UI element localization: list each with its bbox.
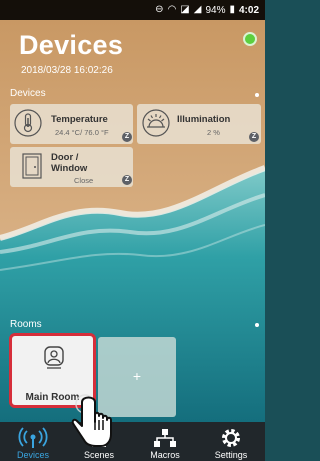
- clock: 4:02: [238, 4, 259, 16]
- nav-tab-macros[interactable]: Macros: [132, 422, 198, 461]
- devices-section-dot: [255, 93, 259, 97]
- wireless-icon: [0, 427, 66, 449]
- tap-gesture-hand-icon: [70, 390, 114, 448]
- online-status-indicator: [243, 32, 257, 46]
- door-icon: [20, 152, 44, 180]
- nav-tab-settings[interactable]: Settings: [198, 422, 264, 461]
- status-bar: ⊖ ◠ ◪ ◢ 94% ▮ 4:02: [0, 0, 265, 20]
- page-title: Devices: [19, 30, 124, 60]
- rooms-section-dot: [255, 323, 259, 327]
- device-value: 2 %: [207, 128, 220, 137]
- signal-icon: ◢: [193, 4, 202, 15]
- device-name-line2: Window: [51, 163, 88, 174]
- device-name-line1: Door /: [51, 152, 79, 163]
- zwave-badge-icon: Z: [122, 175, 132, 185]
- battery-percent: 94%: [205, 4, 226, 16]
- device-value: 24.4 °C/ 76.0 °F: [55, 128, 109, 137]
- device-value: Close: [74, 176, 94, 185]
- battery-icon: ▮: [229, 4, 235, 15]
- thermometer-icon: [14, 109, 42, 137]
- nav-label: Devices: [16, 450, 49, 460]
- room-icon: [43, 345, 65, 369]
- gear-icon: [198, 427, 264, 449]
- device-tile-illumination[interactable]: Illumination 2 % Z: [137, 104, 261, 144]
- device-tile-temperature[interactable]: Temperature 24.4 °C/ 76.0 °F Z: [10, 104, 133, 144]
- zwave-badge-icon: Z: [122, 132, 132, 142]
- sun-icon: [142, 109, 170, 137]
- no-signal-icon: ◪: [180, 4, 190, 15]
- nav-label: Settings: [214, 450, 248, 460]
- do-not-disturb-icon: ⊖: [155, 4, 164, 15]
- devices-section-label: Devices: [10, 88, 46, 99]
- wifi-icon: ◠: [167, 4, 177, 15]
- nav-tab-devices[interactable]: Devices: [0, 422, 66, 461]
- rooms-section-label: Rooms: [10, 319, 42, 330]
- datetime: 2018/03/28 16:02:26: [21, 65, 113, 76]
- nav-label: Macros: [150, 450, 180, 460]
- device-name: Temperature: [51, 114, 108, 125]
- bottom-nav: Devices Scenes Macros Settings: [0, 422, 265, 461]
- macros-icon: [132, 427, 198, 449]
- device-tile-door-window[interactable]: Door / Window Close Z: [10, 147, 133, 187]
- nav-label: Scenes: [83, 450, 115, 460]
- zwave-badge-icon: Z: [249, 132, 259, 142]
- device-name: Illumination: [177, 114, 231, 125]
